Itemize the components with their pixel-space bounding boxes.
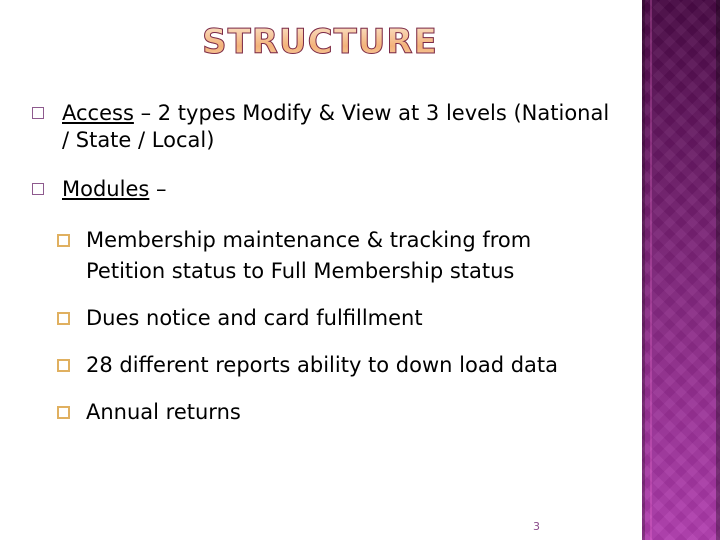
slide-content: Access – 2 types Modify & View at 3 leve… [30,100,610,444]
square-bullet-icon [57,234,70,247]
sub-bullet-text: Dues notice and card fulfillment [86,306,423,330]
square-bullet-icon [57,312,70,325]
panel-edge [716,0,720,540]
panel-edge [642,0,645,540]
sub-bullet-dues: Dues notice and card fulfillment [57,303,610,334]
bullet-text: – 2 types Modify & View at 3 levels (Nat… [62,101,610,152]
page-number: 3 [533,520,540,533]
sub-bullet-reports: 28 different reports ability to down loa… [57,350,610,381]
panel-stripe [650,0,652,540]
square-bullet-icon [57,359,70,372]
sub-bullet-membership: Membership maintenance & tracking from P… [57,225,610,287]
sub-bullet-text: Membership maintenance & tracking from P… [86,228,532,283]
square-bullet-icon [32,183,44,195]
bullet-term: Access [62,101,134,125]
bullet-modules: Modules – [30,176,610,203]
slide: STRUCTURE Access – 2 types Modify & View… [0,0,720,540]
sub-bullet-text: Annual returns [86,400,241,424]
decorative-side-panel [642,0,720,540]
bullet-access: Access – 2 types Modify & View at 3 leve… [30,100,610,154]
square-bullet-icon [32,107,44,119]
bullet-text: – [149,177,167,201]
slide-title: STRUCTURE [0,22,640,63]
square-bullet-icon [57,406,70,419]
bullet-term: Modules [62,177,150,201]
sub-bullet-text: 28 different reports ability to down loa… [86,353,559,377]
sub-bullet-annual-returns: Annual returns [57,397,610,428]
